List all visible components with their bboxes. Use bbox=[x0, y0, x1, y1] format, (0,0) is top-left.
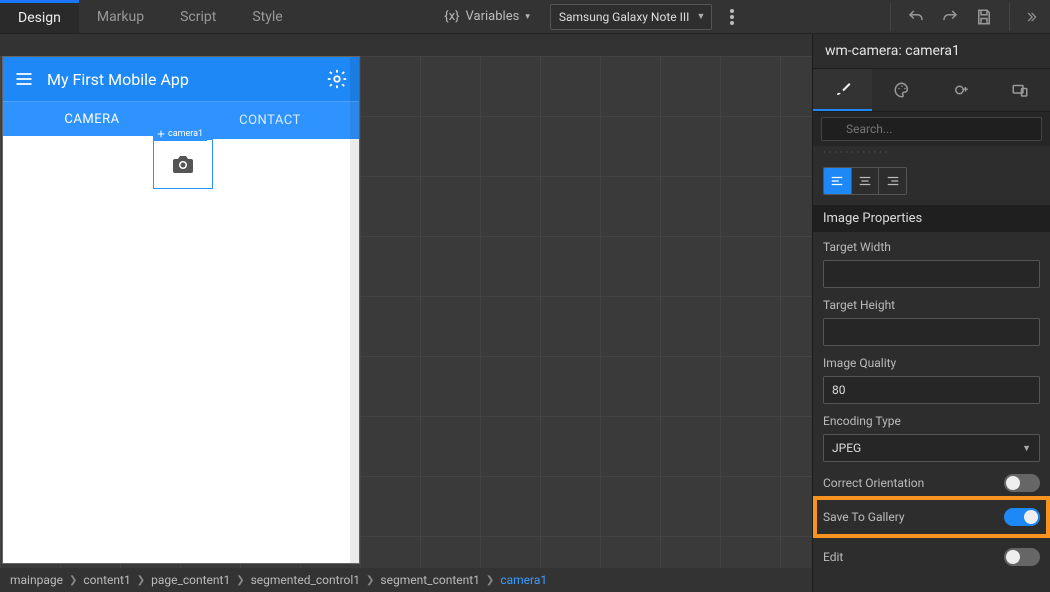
save-to-gallery-row: Save To Gallery bbox=[813, 496, 1050, 538]
hamburger-icon bbox=[14, 69, 34, 89]
chevron-right-icon: ❯ bbox=[69, 575, 77, 586]
divider bbox=[1009, 3, 1010, 31]
crumb[interactable]: mainpage bbox=[10, 573, 63, 587]
kebab-icon bbox=[730, 9, 734, 25]
target-width-label: Target Width bbox=[823, 240, 1040, 254]
breadcrumb: mainpage ❯ content1 ❯ page_content1 ❯ segme… bbox=[0, 568, 812, 592]
chevron-down-icon: ▼ bbox=[696, 11, 705, 22]
edit-label: Edit bbox=[823, 550, 843, 564]
align-left-button[interactable] bbox=[824, 168, 851, 194]
devices-icon bbox=[1011, 81, 1029, 99]
undo-icon bbox=[907, 8, 925, 26]
crumb[interactable]: segmented_control1 bbox=[251, 573, 360, 587]
target-height-input[interactable] bbox=[823, 318, 1040, 346]
crumb-active[interactable]: camera1 bbox=[500, 573, 547, 587]
panel-title: wm-camera: camera1 bbox=[813, 34, 1050, 68]
variables-button[interactable]: {x} Variables ▾ bbox=[434, 4, 540, 30]
save-icon bbox=[975, 8, 993, 26]
redo-button[interactable] bbox=[937, 4, 963, 30]
correct-orientation-toggle[interactable] bbox=[1004, 474, 1040, 492]
collapse-right-button[interactable] bbox=[1022, 10, 1040, 24]
properties-panel: wm-camera: camera1 · · · · · · · · · · ·… bbox=[812, 34, 1050, 592]
camera-icon bbox=[171, 152, 195, 176]
selection-badge-text: camera1 bbox=[168, 129, 203, 139]
save-to-gallery-toggle[interactable] bbox=[1004, 508, 1040, 526]
save-button[interactable] bbox=[971, 4, 997, 30]
app-title: My First Mobile App bbox=[47, 70, 313, 89]
edit-row: Edit bbox=[813, 538, 1050, 570]
variables-icon: {x} bbox=[444, 9, 459, 24]
tab-markup[interactable]: Markup bbox=[79, 0, 162, 33]
tab-script[interactable]: Script bbox=[162, 0, 234, 33]
ruler-strip bbox=[0, 34, 812, 56]
encoding-type-value: JPEG bbox=[832, 441, 861, 455]
save-to-gallery-label: Save To Gallery bbox=[823, 510, 905, 524]
scrollbar[interactable] bbox=[350, 57, 360, 563]
canvas-area: My First Mobile App CAMERA CONTACT camer… bbox=[0, 34, 812, 592]
chevron-down-icon: ▼ bbox=[1022, 443, 1031, 454]
chevron-right-icon: ❯ bbox=[137, 575, 145, 586]
chevron-right-double-icon bbox=[1024, 10, 1038, 24]
chevron-right-icon: ❯ bbox=[486, 575, 494, 586]
chevron-right-icon: ❯ bbox=[236, 575, 244, 586]
align-center-icon bbox=[858, 174, 872, 188]
divider bbox=[890, 3, 891, 31]
correct-orientation-row: Correct Orientation bbox=[813, 464, 1050, 496]
align-center-button[interactable] bbox=[851, 168, 879, 194]
chevron-down-icon: ▾ bbox=[525, 12, 530, 22]
image-quality-label: Image Quality bbox=[823, 356, 1040, 370]
tab-contact[interactable]: CONTACT bbox=[181, 102, 359, 139]
align-left-icon bbox=[830, 174, 844, 188]
redo-icon bbox=[941, 8, 959, 26]
top-toolbar: Design Markup Script Style {x} Variables… bbox=[0, 0, 1050, 34]
panel-tab-events[interactable] bbox=[932, 69, 991, 111]
crumb[interactable]: page_content1 bbox=[151, 573, 230, 587]
crumb[interactable]: content1 bbox=[83, 573, 130, 587]
tab-style[interactable]: Style bbox=[234, 0, 300, 33]
variables-label: Variables bbox=[466, 9, 520, 24]
search-input[interactable] bbox=[821, 117, 1042, 141]
settings-button[interactable] bbox=[325, 67, 349, 91]
device-frame[interactable]: My First Mobile App CAMERA CONTACT camer… bbox=[2, 56, 360, 564]
move-icon bbox=[157, 130, 165, 138]
align-right-button[interactable] bbox=[878, 168, 906, 194]
panel-tabs bbox=[813, 68, 1050, 112]
crumb[interactable]: segment_content1 bbox=[380, 573, 480, 587]
encoding-type-label: Encoding Type bbox=[823, 414, 1040, 428]
panel-tab-properties[interactable] bbox=[813, 69, 872, 111]
gear-plus-icon bbox=[952, 81, 970, 99]
more-options-button[interactable] bbox=[722, 9, 742, 25]
panel-body[interactable]: · · · · · · · · · · · · Image Properties… bbox=[813, 146, 1050, 592]
app-header: My First Mobile App bbox=[3, 57, 359, 101]
tab-design[interactable]: Design bbox=[0, 0, 79, 33]
edit-toggle[interactable] bbox=[1004, 548, 1040, 566]
device-select-value: Samsung Galaxy Note III bbox=[559, 10, 690, 24]
target-height-label: Target Height bbox=[823, 298, 1040, 312]
encoding-type-select[interactable]: JPEG ▼ bbox=[823, 434, 1040, 462]
palette-icon bbox=[893, 81, 911, 99]
chevron-right-icon: ❯ bbox=[366, 575, 374, 586]
align-button-group bbox=[823, 167, 907, 195]
hamburger-button[interactable] bbox=[13, 68, 35, 90]
section-image-properties: Image Properties bbox=[813, 205, 1050, 232]
image-quality-input[interactable] bbox=[823, 376, 1040, 404]
correct-orientation-label: Correct Orientation bbox=[823, 476, 924, 490]
gear-icon bbox=[326, 68, 348, 90]
undo-button[interactable] bbox=[903, 4, 929, 30]
panel-tab-style[interactable] bbox=[872, 69, 931, 111]
target-width-input[interactable] bbox=[823, 260, 1040, 288]
brush-icon bbox=[834, 80, 852, 98]
device-select[interactable]: Samsung Galaxy Note III ▼ bbox=[550, 4, 713, 30]
camera-widget[interactable] bbox=[153, 139, 213, 189]
panel-tab-device[interactable] bbox=[991, 69, 1050, 111]
align-right-icon bbox=[886, 174, 900, 188]
horizontal-align-label: · · · · · · · · · · · · bbox=[813, 146, 1050, 163]
